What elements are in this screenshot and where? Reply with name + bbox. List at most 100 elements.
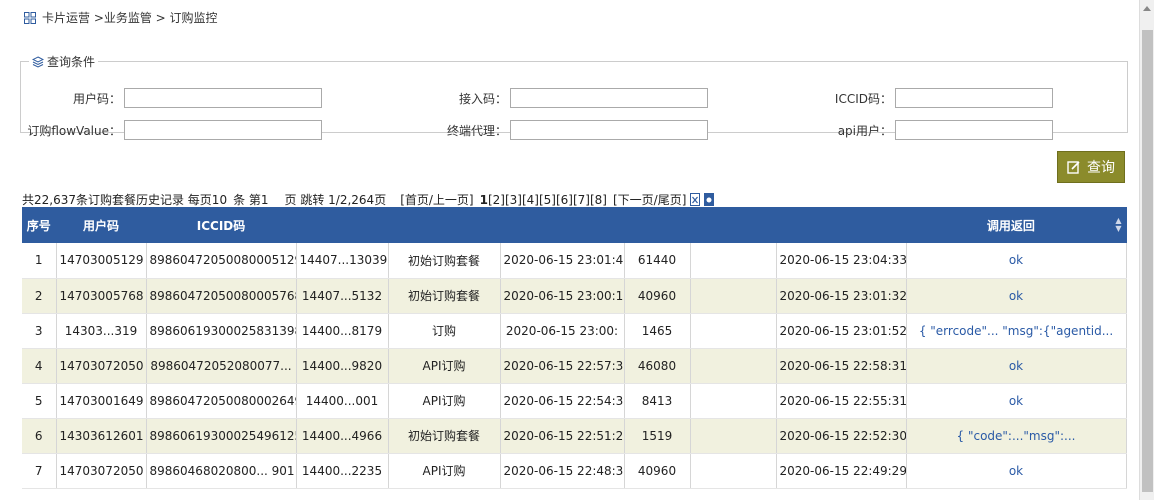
api-user-input[interactable] [895, 120, 1053, 140]
table-cell [690, 383, 777, 419]
user-code-label: 用户码： [72, 91, 121, 106]
table-cell: 2020-06-15 22:51:25 [500, 418, 625, 454]
iccid-row: ICCID码： [792, 88, 1053, 108]
table-cell: 初始订购套餐 [388, 243, 501, 279]
terminal-agent-row: 终端代理： [407, 120, 708, 140]
table-cell: 89860472050080005768 [146, 278, 297, 314]
table-cell: 8413 [624, 383, 691, 419]
iccid-label: ICCID码： [834, 91, 892, 106]
scrollbar-thumb[interactable] [1142, 30, 1153, 492]
column-header[interactable]: ICCID码 [146, 207, 297, 243]
pager-page-links[interactable]: [2][3][4][5][6][7][8] [488, 193, 607, 207]
table-cell: 6 [22, 418, 57, 454]
table-cell: 2020-06-15 22:57:39 [500, 348, 625, 384]
table-cell: 5 [22, 383, 57, 419]
table-cell: 14703001649 [56, 383, 147, 419]
table-cell [690, 313, 777, 349]
table-cell [690, 453, 777, 489]
table-cell: 14703005129 [56, 243, 147, 279]
table-header-row: 序号 用户码 ICCID码 调用返回 ▲ ▼ [22, 207, 1127, 243]
column-header[interactable] [690, 207, 777, 243]
column-header[interactable] [388, 207, 501, 243]
table-cell [690, 278, 777, 314]
table-cell: 14703072050 [56, 453, 147, 489]
table-cell: 89860472050080005129 [146, 243, 297, 279]
table-cell: 1519 [624, 418, 691, 454]
api-user-row: api用户： [792, 120, 1053, 140]
user-code-input[interactable] [124, 88, 322, 108]
layers-icon [32, 55, 44, 68]
table-cell: ok [906, 278, 1127, 314]
column-header[interactable] [776, 207, 907, 243]
table-row[interactable]: 5 14703001649 89860472050080002649 14400...… [22, 383, 1127, 419]
iccid-input[interactable] [895, 88, 1053, 108]
table-cell [690, 348, 777, 384]
table-cell: 2020-06-15 23:04:33 [776, 243, 907, 279]
query-legend-label: 查询条件 [47, 55, 96, 69]
pager-first-prev[interactable]: [首页/上一页] [400, 191, 473, 208]
table-row[interactable]: 6 14303612601 89860619300025496125 14400...… [22, 418, 1127, 454]
table-cell: 订购 [388, 313, 501, 349]
table-cell: ok [906, 383, 1127, 419]
column-header[interactable] [624, 207, 691, 243]
grid-icon [24, 11, 36, 24]
word-export-icon[interactable] [704, 193, 715, 206]
query-button[interactable]: 查询 [1057, 151, 1125, 183]
table-cell: 14303612601 [56, 418, 147, 454]
pager-next-last[interactable]: [下一页/尾页] [613, 191, 686, 208]
table-cell: 2020-06-15 23:01:52 [776, 313, 907, 349]
table-cell: 89860619300025496125 [146, 418, 297, 454]
column-header[interactable] [296, 207, 389, 243]
table-cell: 2020-06-15 22:49:29 [776, 453, 907, 489]
access-code-row: 接入码： [407, 88, 708, 108]
pager-page-label: 条 第1 [233, 193, 269, 207]
table-cell: 2020-06-15 23:00: [500, 313, 625, 349]
table-cell [690, 418, 777, 454]
table-cell: 14400...4966 [296, 418, 389, 454]
access-code-input[interactable] [510, 88, 708, 108]
table-cell: 2020-06-15 22:48:39 [500, 453, 625, 489]
edit-icon [1067, 161, 1080, 174]
table-cell: 14400...2235 [296, 453, 389, 489]
table-cell: 1 [22, 243, 57, 279]
table-cell: 2020-06-15 23:00:10 [500, 278, 625, 314]
table-cell: 14703005768 [56, 278, 147, 314]
table-cell: { "code":..."msg":... [906, 418, 1127, 454]
column-header[interactable]: 用户码 [56, 207, 147, 243]
table-cell: 14407...5132 [296, 278, 389, 314]
flow-value-input[interactable] [124, 120, 322, 140]
table-row[interactable]: 1 14703005129 89860472050080005129 14407...… [22, 243, 1127, 279]
pager: 共22,637条订购套餐历史记录 每页10 条 第1 页 跳转 1/2,264页… [22, 191, 715, 208]
pager-jump[interactable]: 页 跳转 1/2,264页 [285, 191, 387, 208]
terminal-agent-input[interactable] [510, 120, 708, 140]
table-cell: API订购 [388, 453, 501, 489]
column-header-label: 调用返回 [986, 218, 1035, 233]
vertical-scrollbar[interactable] [1139, 0, 1154, 500]
table-cell: 40960 [624, 453, 691, 489]
scroll-up-icon[interactable] [1143, 6, 1151, 11]
table-row[interactable]: 2 14703005768 89860472050080005768 14407...… [22, 278, 1127, 314]
sort-icon[interactable]: ▲ ▼ [1115, 216, 1121, 233]
table-cell: 14400...001 [296, 383, 389, 419]
table-cell: 14400...8179 [296, 313, 389, 349]
user-code-row: 用户码： [21, 88, 322, 108]
table-cell: 14303...319 [56, 313, 147, 349]
query-button-label: 查询 [1087, 160, 1115, 176]
table-row[interactable]: 4 14703072050 89860472052080077... 14400...… [22, 348, 1127, 384]
api-user-label: api用户： [837, 123, 892, 138]
table-cell: 7 [22, 453, 57, 489]
table-row[interactable]: 7 14703072050 89860468020800... 901 14400..… [22, 453, 1127, 489]
table-cell: 89860472052080077... [146, 348, 297, 384]
column-header-call-return[interactable]: 调用返回 ▲ ▼ [906, 207, 1127, 243]
excel-export-icon[interactable] [690, 193, 701, 206]
table-cell: 46080 [624, 348, 691, 384]
table-cell: ok [906, 453, 1127, 489]
table-cell: 2020-06-15 23:01:32 [776, 278, 907, 314]
table-cell: 89860619300025831398 [146, 313, 297, 349]
table-row[interactable]: 3 14303...319 89860619300025831398 14400...… [22, 313, 1127, 349]
column-header[interactable] [500, 207, 625, 243]
table-cell: 2020-06-15 22:52:30 [776, 418, 907, 454]
column-header[interactable]: 序号 [22, 207, 57, 243]
table-cell: 14400...9820 [296, 348, 389, 384]
table-cell: 2 [22, 278, 57, 314]
